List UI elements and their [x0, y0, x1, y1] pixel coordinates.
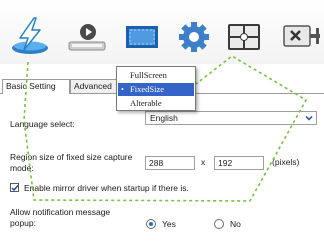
capture-button[interactable]	[8, 14, 50, 54]
exit-button[interactable]	[280, 16, 322, 56]
menu-item-fixedsize-label: FixedSize	[130, 84, 164, 94]
menu-item-alterable-label: Alterable	[130, 98, 162, 108]
notify-no-radio[interactable]	[214, 219, 224, 229]
settings-panel: Language select: English Region size of …	[0, 94, 324, 245]
times-sign: x	[201, 157, 206, 167]
exit-icon	[283, 25, 320, 47]
record-icon	[68, 24, 106, 51]
tab-basic-setting[interactable]: Basic Setting	[2, 79, 70, 94]
notify-no-label: No	[230, 219, 241, 229]
screen-icon	[126, 26, 158, 48]
toolbar	[0, 0, 324, 64]
menu-item-fullscreen-label: FullScreen	[130, 70, 167, 80]
height-input[interactable]: 192	[214, 156, 264, 170]
notify-yes-radio[interactable]	[146, 219, 156, 229]
radio-dot	[149, 222, 153, 226]
notify-yes-label: Yes	[162, 219, 176, 229]
settings-icon	[179, 22, 209, 52]
region-size-label: Region size of fixed size capture mode:	[10, 152, 133, 173]
record-button[interactable]	[66, 16, 108, 56]
language-select[interactable]: English	[145, 111, 317, 125]
language-select-value: English	[150, 113, 178, 123]
menu-item-fixedsize[interactable]: • FixedSize	[118, 83, 194, 96]
layout-button[interactable]	[224, 16, 266, 56]
menu-bullet: •	[121, 85, 124, 94]
chevron-down-icon	[305, 115, 313, 121]
layout-icon	[228, 24, 260, 50]
mirror-driver-label: Enable mirror driver when startup if the…	[24, 183, 189, 193]
menu-item-alterable[interactable]: Alterable	[118, 97, 194, 110]
checkmark-icon	[11, 185, 19, 192]
settings-button[interactable]	[174, 16, 216, 56]
width-input[interactable]: 288	[145, 156, 195, 170]
pixels-unit: (pixels)	[272, 157, 300, 167]
notification-label: Allow notification message popup:	[10, 207, 111, 228]
tab-advanced[interactable]: Advanced	[70, 79, 122, 93]
capture-icon	[12, 17, 48, 54]
mirror-driver-checkbox[interactable]	[10, 183, 19, 192]
capture-mode-menu: FullScreen • FixedSize Alterable	[116, 66, 196, 111]
menu-item-fullscreen[interactable]: FullScreen	[118, 69, 194, 82]
language-label: Language select:	[10, 119, 75, 129]
screen-button[interactable]	[122, 16, 164, 56]
